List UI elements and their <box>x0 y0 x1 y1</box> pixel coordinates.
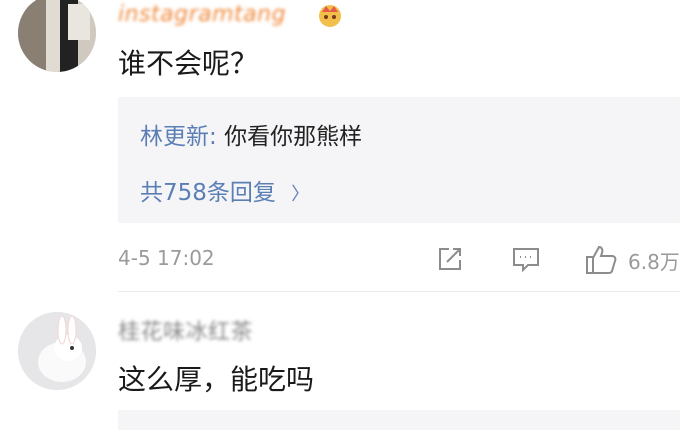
reply-preview-box[interactable] <box>118 410 680 430</box>
reply-text: 你看你那熊样 <box>224 124 363 150</box>
comment-timestamp: 4-5 17:02 <box>118 246 215 270</box>
comment-actions-row: 4-5 17:02 6.8万 <box>0 240 680 280</box>
comment-icon[interactable] <box>511 244 541 274</box>
avatar[interactable] <box>18 312 96 390</box>
share-icon[interactable] <box>435 244 465 274</box>
avatar[interactable] <box>18 0 96 72</box>
like-count: 6.8万 <box>628 250 680 274</box>
comment-text: 谁不会呢？ <box>118 47 259 80</box>
comment-text: 这么厚，能吃吗 <box>118 363 315 396</box>
reply-author-link[interactable]: 林更新 <box>140 124 209 150</box>
view-all-replies-link[interactable]: 共758条回复 〉 <box>140 173 309 207</box>
thumbs-up-icon[interactable] <box>584 244 618 274</box>
avatar-image <box>18 0 96 72</box>
view-all-replies-label: 共758条回复 <box>140 180 276 206</box>
chevron-right-icon: 〉 <box>291 184 310 205</box>
comment-item: instagramtang 谁不会呢？ 林更新: 你看你那熊样 共758条回复 … <box>0 0 680 290</box>
comment-username[interactable]: 桂花味冰红茶 <box>118 314 253 346</box>
avatar-image <box>18 312 96 390</box>
reply-separator: : <box>209 124 225 150</box>
reply-preview-box[interactable]: 林更新: 你看你那熊样 共758条回复 〉 <box>118 97 680 223</box>
comment-username[interactable]: instagramtang <box>118 2 286 27</box>
reply-preview-line: 林更新: 你看你那熊样 <box>140 117 362 151</box>
comment-item: 桂花味冰红茶 这么厚，能吃吗 <box>0 292 680 430</box>
crown-badge-icon <box>316 2 344 28</box>
